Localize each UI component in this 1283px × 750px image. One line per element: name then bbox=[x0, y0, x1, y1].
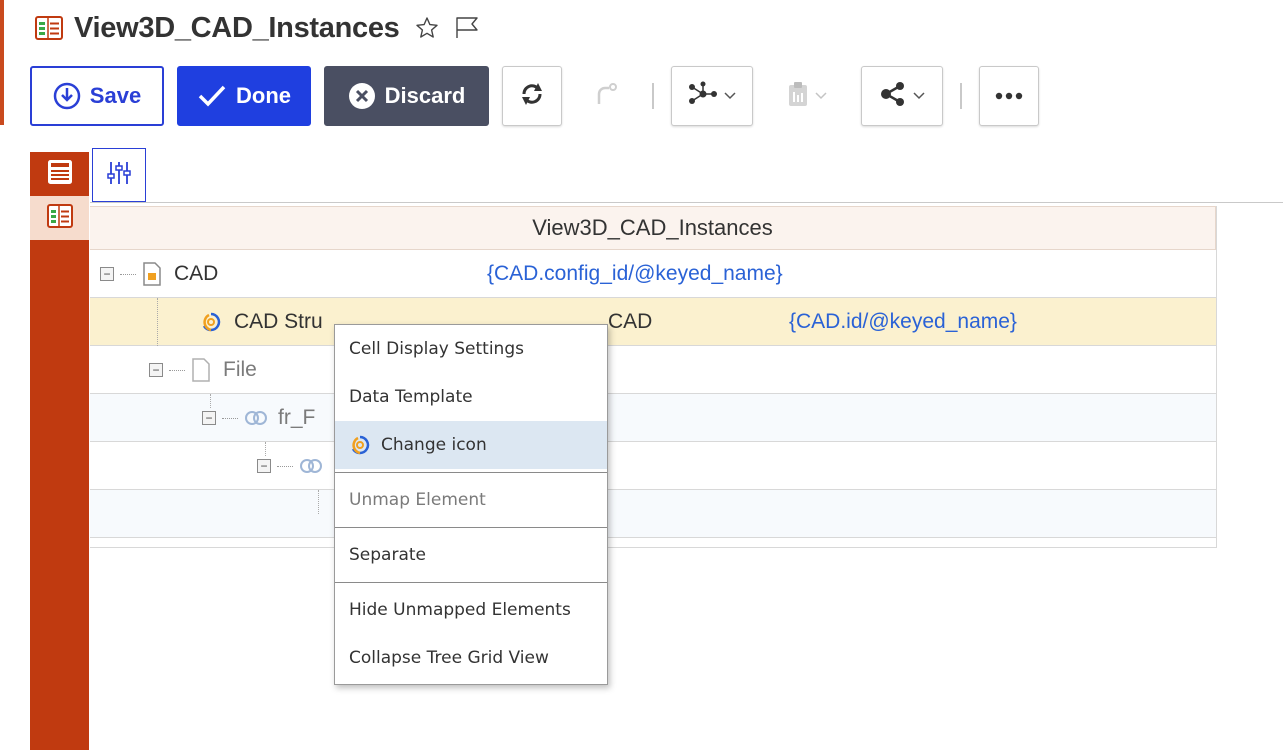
tree-node-file: − File bbox=[149, 346, 257, 394]
tree-grid-view-icon bbox=[34, 13, 64, 43]
left-rail bbox=[30, 152, 89, 750]
row-mid-value: CAD bbox=[608, 310, 653, 333]
checkmark-icon bbox=[197, 84, 227, 108]
table-row[interactable] bbox=[90, 490, 1216, 538]
tree-connector bbox=[277, 465, 293, 467]
redo-disabled-icon bbox=[591, 80, 619, 113]
clipboard-dropdown[interactable] bbox=[766, 66, 848, 126]
star-outline-icon[interactable] bbox=[414, 15, 440, 41]
tree-grid: View3D_CAD_Instances − CAD {CAD.config_i… bbox=[90, 206, 1217, 548]
discard-button[interactable]: Discard bbox=[324, 66, 489, 126]
done-button[interactable]: Done bbox=[177, 66, 311, 126]
menu-item-hide-unmapped-elements[interactable]: Hide Unmapped Elements bbox=[335, 586, 607, 634]
save-label: Save bbox=[89, 83, 142, 108]
row-value: {CAD.id/@keyed_name} bbox=[789, 310, 1017, 333]
save-button[interactable]: Save bbox=[30, 66, 164, 126]
menu-item-change-icon[interactable]: Change icon bbox=[335, 421, 607, 469]
collapse-toggle[interactable]: − bbox=[149, 363, 163, 377]
relationship-icon bbox=[349, 434, 371, 456]
collapse-toggle[interactable]: − bbox=[202, 411, 216, 425]
close-circle-icon bbox=[348, 82, 376, 110]
file-icon bbox=[191, 358, 211, 382]
toolbar-divider bbox=[960, 83, 962, 109]
flag-outline-icon[interactable] bbox=[454, 15, 480, 41]
menu-item-data-template[interactable]: Data Template bbox=[335, 373, 607, 421]
row-label: CAD bbox=[174, 262, 219, 285]
form-icon bbox=[47, 159, 73, 190]
tree-connector bbox=[120, 273, 136, 275]
grid-settings-button[interactable] bbox=[92, 148, 146, 202]
link-icon bbox=[299, 456, 323, 476]
row-label: CAD Stru bbox=[234, 310, 323, 333]
grid-column-header[interactable]: View3D_CAD_Instances bbox=[90, 206, 1216, 250]
redo-button[interactable] bbox=[575, 66, 635, 126]
tree-connector bbox=[318, 490, 319, 514]
collapse-toggle[interactable]: − bbox=[257, 459, 271, 473]
sliders-icon bbox=[107, 160, 131, 191]
table-row[interactable]: − File bbox=[90, 346, 1216, 394]
document-icon bbox=[142, 262, 162, 286]
rail-item-form[interactable] bbox=[30, 152, 89, 196]
link-icon bbox=[244, 408, 268, 428]
row-value: {CAD.config_id/@keyed_name} bbox=[487, 262, 783, 285]
menu-item-label: Data Template bbox=[349, 387, 473, 407]
row-label: File bbox=[223, 358, 257, 381]
done-label: Done bbox=[236, 83, 291, 108]
table-row[interactable]: − fr_F bbox=[90, 394, 1216, 442]
menu-item-label: Unmap Element bbox=[349, 490, 486, 510]
menu-item-cell-display-settings[interactable]: Cell Display Settings bbox=[335, 325, 607, 373]
rail-item-tree-grid[interactable] bbox=[30, 196, 89, 240]
menu-item-label: Collapse Tree Grid View bbox=[349, 648, 549, 668]
menu-item-collapse-tree-grid-view[interactable]: Collapse Tree Grid View bbox=[335, 634, 607, 682]
clipboard-icon bbox=[787, 81, 809, 112]
tree-connector bbox=[222, 417, 238, 419]
tree-node-cad: − CAD bbox=[100, 250, 218, 298]
tree-node-child: − bbox=[257, 442, 333, 490]
network-graph-dropdown[interactable] bbox=[671, 66, 753, 126]
chevron-down-icon bbox=[724, 87, 736, 105]
tree-grid-view-icon bbox=[46, 203, 73, 233]
title-row: View3D_CAD_Instances bbox=[34, 6, 480, 50]
refresh-icon bbox=[518, 80, 546, 113]
menu-separator bbox=[335, 527, 607, 528]
menu-item-label: Change icon bbox=[381, 435, 487, 455]
row-label: fr_F bbox=[278, 406, 316, 429]
refresh-button[interactable] bbox=[502, 66, 562, 126]
table-row[interactable]: − bbox=[90, 442, 1216, 490]
grid-header-label: View3D_CAD_Instances bbox=[532, 215, 773, 240]
toolbar: Save Done Discard bbox=[30, 65, 1039, 127]
menu-item-label: Cell Display Settings bbox=[349, 339, 524, 359]
table-row[interactable]: CAD Stru CAD {CAD.id/@keyed_name} bbox=[90, 298, 1216, 346]
share-icon bbox=[879, 81, 907, 112]
page-title: View3D_CAD_Instances bbox=[74, 11, 400, 44]
tree-node-cad-structure: CAD Stru bbox=[200, 298, 323, 346]
toolbar-divider bbox=[652, 83, 654, 109]
power-arrow-icon bbox=[53, 82, 81, 110]
menu-item-unmap-element[interactable]: Unmap Element bbox=[335, 476, 607, 524]
left-accent-bar bbox=[0, 0, 4, 125]
menu-item-separate[interactable]: Separate bbox=[335, 531, 607, 579]
more-icon bbox=[995, 87, 1023, 105]
more-button[interactable] bbox=[979, 66, 1039, 126]
tree-node-fr: − fr_F bbox=[202, 394, 315, 442]
collapse-toggle[interactable]: − bbox=[100, 267, 114, 281]
relationship-icon bbox=[200, 311, 222, 333]
chevron-down-icon bbox=[913, 87, 925, 105]
divider-line bbox=[90, 202, 1283, 203]
share-dropdown[interactable] bbox=[861, 66, 943, 126]
menu-separator bbox=[335, 582, 607, 583]
discard-label: Discard bbox=[384, 83, 466, 108]
network-graph-icon bbox=[688, 81, 718, 112]
context-menu: Cell Display Settings Data Template Chan… bbox=[334, 324, 608, 685]
tree-connector bbox=[169, 369, 185, 371]
tree-connector bbox=[157, 298, 158, 346]
menu-item-label: Hide Unmapped Elements bbox=[349, 600, 571, 620]
menu-item-label: Separate bbox=[349, 545, 426, 565]
table-row[interactable]: − CAD {CAD.config_id/@keyed_name} bbox=[90, 250, 1216, 298]
menu-separator bbox=[335, 472, 607, 473]
chevron-down-icon bbox=[815, 87, 827, 105]
